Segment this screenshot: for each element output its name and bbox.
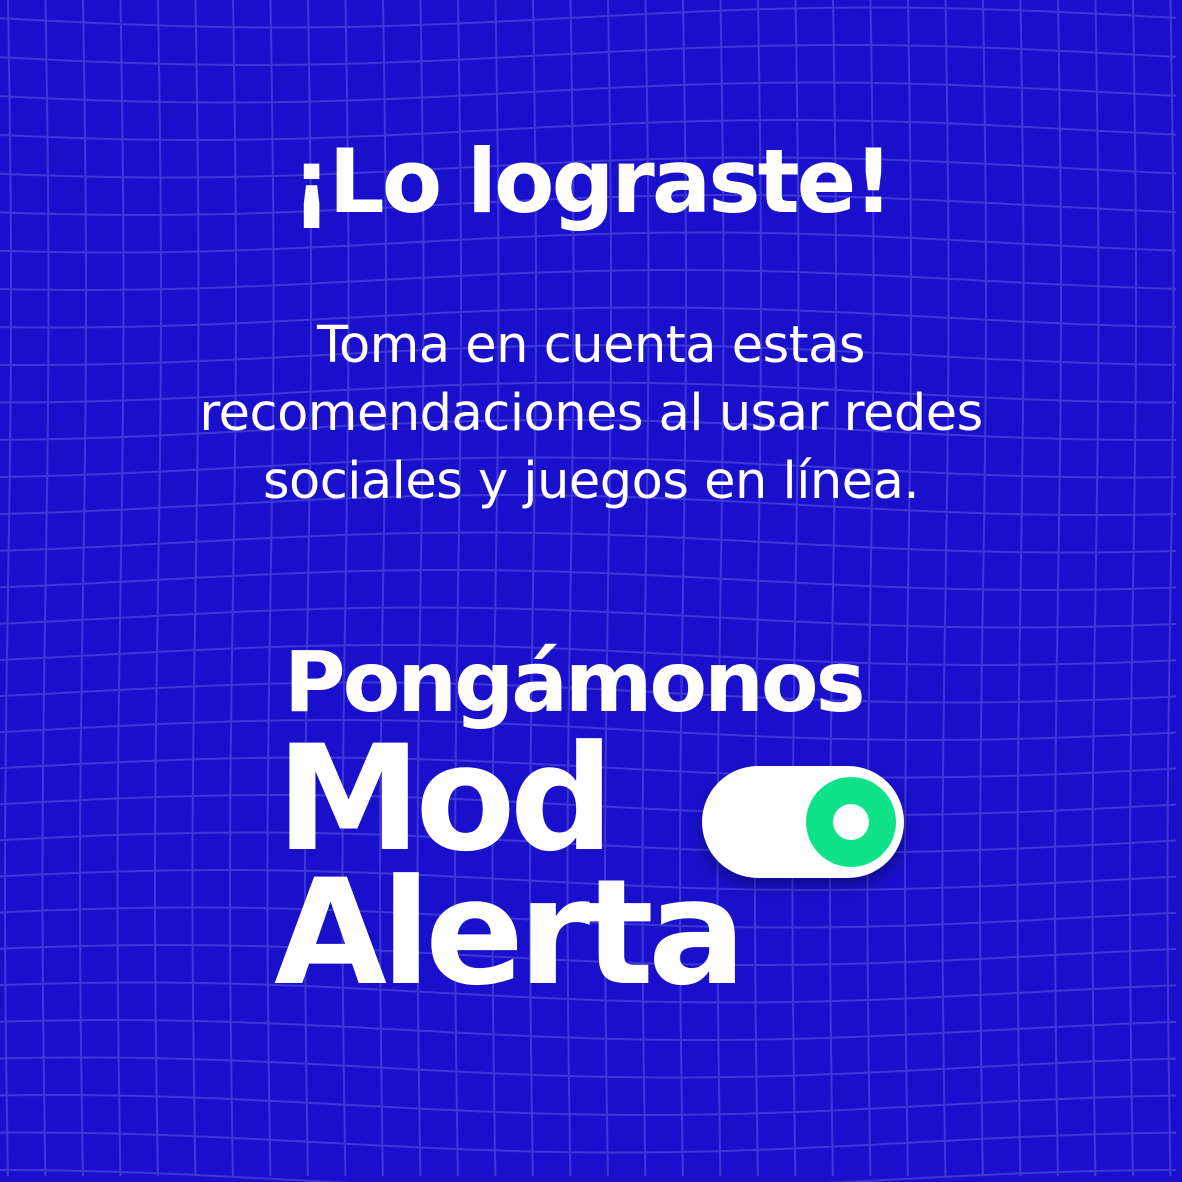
body-line: sociales y juegos en línea.: [262, 452, 920, 511]
grid-line-horizontal: [0, 569, 1177, 591]
headline: ¡Lo lograste!: [291, 130, 894, 233]
grid-line-horizontal: [0, 231, 1177, 254]
body-line: Toma en cuenta estas: [316, 316, 866, 375]
grid-line-horizontal: [0, 1131, 1177, 1154]
grid-line-horizontal: [0, 6, 1177, 29]
campaign-logo: Pongámonos Mod Alerta: [270, 632, 930, 1032]
grid-line-horizontal: [0, 269, 1177, 291]
toggle-knob: [806, 777, 896, 867]
grid-line-horizontal: [0, 44, 1177, 66]
slide-canvas: ¡Lo lograste! Toma en cuenta estas recom…: [0, 0, 1182, 1182]
grid-line-horizontal: [0, 606, 1177, 629]
body-text: Toma en cuenta estas recomendaciones al …: [60, 312, 1122, 516]
grid-line-horizontal: [0, 531, 1177, 554]
grid-line-horizontal: [0, 1056, 1177, 1079]
logo-line-pongamonos: Pongámonos: [284, 633, 866, 731]
logo-line-alerta: Alerta: [274, 848, 746, 1018]
body-line: recomendaciones al usar redes: [199, 384, 983, 443]
grid-line-horizontal: [0, 1094, 1177, 1116]
grid-line-horizontal: [0, 1169, 1176, 1182]
grid-line-horizontal: [0, 81, 1177, 104]
